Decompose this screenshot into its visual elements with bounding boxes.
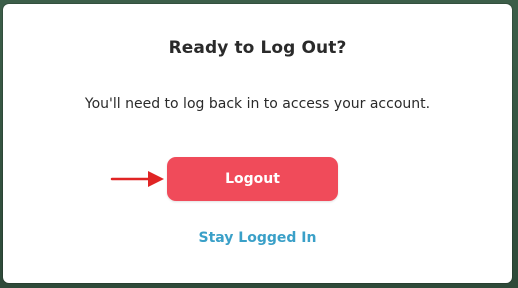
arrow-right-icon xyxy=(110,171,164,187)
logout-button[interactable]: Logout xyxy=(167,157,338,201)
dialog-message: You'll need to log back in to access you… xyxy=(84,96,431,112)
dialog-title: Ready to Log Out? xyxy=(168,38,347,58)
logout-dialog: Ready to Log Out? You'll need to log bac… xyxy=(3,4,512,283)
stay-logged-in-link[interactable]: Stay Logged In xyxy=(3,230,512,246)
